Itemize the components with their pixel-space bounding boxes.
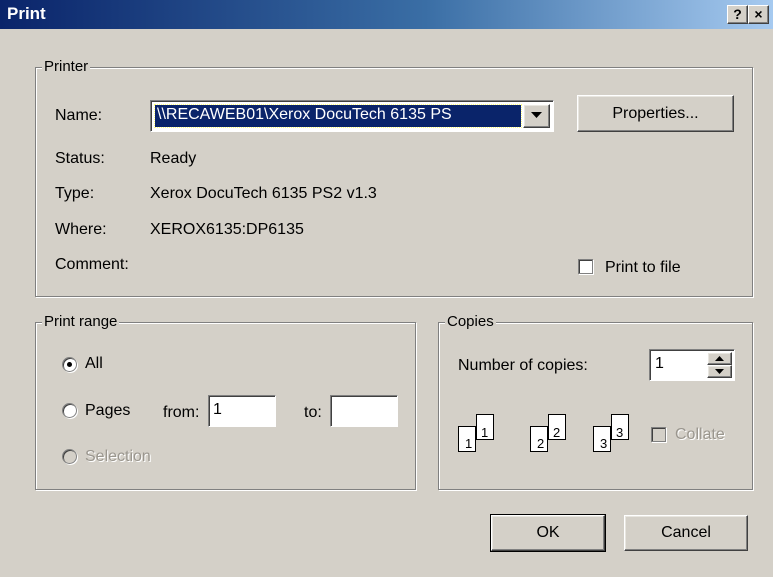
from-input[interactable]: 1: [208, 395, 276, 427]
radio-selected-dot: [67, 362, 72, 367]
printer-legend: Printer: [42, 58, 91, 76]
arrow-up-icon: [715, 356, 724, 361]
selection-label[interactable]: Selection: [85, 448, 151, 466]
number-of-copies-label: Number of copies:: [458, 357, 588, 374]
page-front-3: 3: [593, 426, 611, 452]
title-bar[interactable]: Print ? ×: [0, 0, 773, 29]
where-label: Where:: [55, 221, 107, 238]
collate-label[interactable]: Collate: [675, 426, 725, 444]
print-dialog: Print ? × Printer Name: \\RECAWEB01\Xero…: [0, 0, 773, 577]
print-to-file-checkbox[interactable]: [578, 259, 593, 274]
pages-label[interactable]: Pages: [85, 402, 130, 420]
status-label: Status:: [55, 150, 105, 167]
to-label: to:: [304, 404, 322, 421]
to-input[interactable]: [330, 395, 398, 427]
name-label: Name:: [55, 107, 103, 124]
selection-radio[interactable]: [62, 449, 77, 464]
page-back-1: 1: [476, 414, 494, 440]
ok-button[interactable]: OK: [490, 514, 606, 552]
print-to-file-label[interactable]: Print to file: [605, 259, 681, 277]
printer-name-combobox[interactable]: \\RECAWEB01\Xerox DocuTech 6135 PS: [150, 100, 554, 132]
type-value: Xerox DocuTech 6135 PS2 v1.3: [150, 185, 377, 202]
page-front-1: 1: [458, 426, 476, 452]
page-back-2: 2: [548, 414, 566, 440]
page-front-2: 2: [530, 426, 548, 452]
print-range-legend: Print range: [42, 313, 120, 331]
window-title: Print: [7, 4, 46, 23]
from-value: 1: [213, 401, 222, 418]
status-value: Ready: [150, 150, 197, 167]
printer-name-value: \\RECAWEB01\Xerox DocuTech 6135 PS: [157, 106, 452, 123]
comment-label: Comment:: [55, 256, 129, 273]
properties-button[interactable]: Properties...: [577, 95, 734, 132]
copies-group: Copies: [438, 313, 753, 490]
page-back-3: 3: [611, 414, 629, 440]
copies-legend: Copies: [445, 313, 496, 331]
spin-down-button[interactable]: [707, 365, 732, 378]
where-value: XEROX6135:DP6135: [150, 221, 304, 238]
chevron-down-icon: [531, 112, 542, 118]
from-label: from:: [163, 404, 200, 421]
printer-dropdown-button[interactable]: [523, 104, 550, 128]
number-of-copies-value: 1: [655, 355, 664, 372]
all-label[interactable]: All: [85, 355, 103, 373]
spin-up-button[interactable]: [707, 352, 732, 365]
printer-name-selection: \\RECAWEB01\Xerox DocuTech 6135 PS: [154, 104, 522, 128]
pages-radio[interactable]: [62, 403, 77, 418]
help-button[interactable]: ?: [727, 5, 748, 24]
type-label: Type:: [55, 185, 95, 202]
close-button[interactable]: ×: [748, 5, 769, 24]
number-of-copies-input[interactable]: 1: [649, 349, 735, 381]
collate-checkbox[interactable]: [651, 427, 666, 442]
cancel-button[interactable]: Cancel: [624, 515, 748, 551]
arrow-down-icon: [715, 369, 724, 374]
all-radio[interactable]: [62, 357, 77, 372]
